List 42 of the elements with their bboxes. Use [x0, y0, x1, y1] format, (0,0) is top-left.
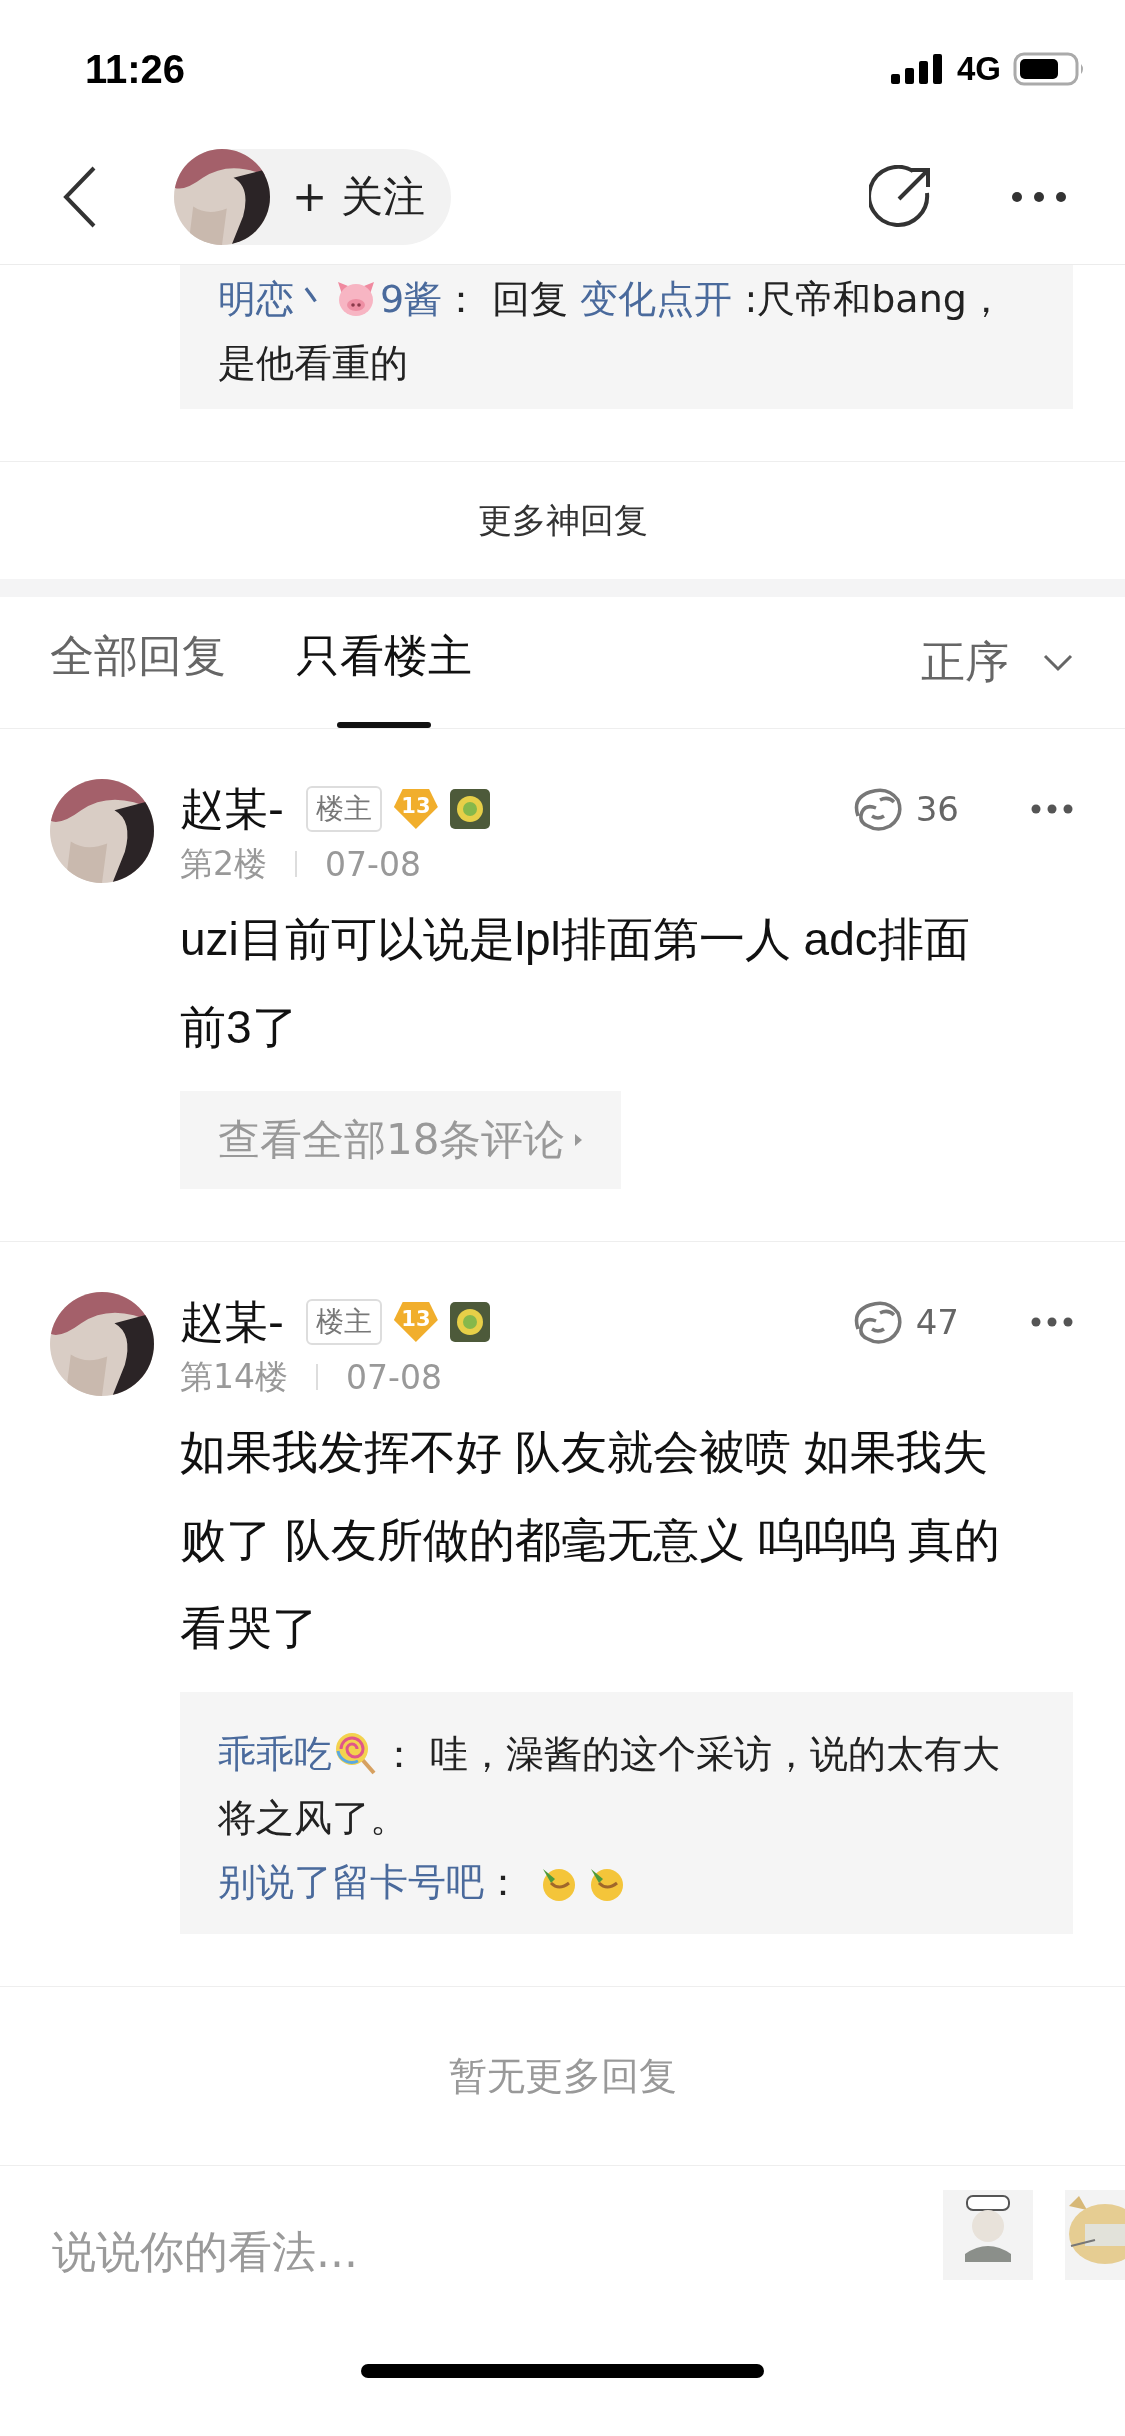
username-link[interactable]: 乖乖吃	[218, 1732, 332, 1776]
floor-label: 第14楼	[180, 1355, 288, 1398]
medal-icon	[449, 1302, 490, 1342]
network-label: 4G	[956, 50, 1001, 88]
author-badge: 楼主	[305, 786, 382, 832]
back-icon[interactable]	[62, 166, 98, 228]
sort-button[interactable]: 正序	[921, 597, 1073, 728]
comment-text: uzi目前可以说是lpl排面第一人 adc排面前3了	[180, 912, 971, 1055]
medal-icon	[449, 789, 490, 829]
reply-text: 乖乖吃 ： 哇，澡酱的这个采访，说的太有大将之风了。	[218, 1730, 1002, 1842]
like-count: 47	[915, 1302, 959, 1342]
more-icon[interactable]	[1031, 804, 1073, 814]
signal-icon	[890, 54, 945, 84]
tab[interactable]: 只看楼主	[296, 597, 472, 728]
comment-text: 如果我发挥不好 队友就会被喷 如果我失败了 队友所做的都毫无意义 呜呜呜 真的看哭了	[180, 1425, 1002, 1656]
level-badge: 13	[393, 789, 438, 829]
reply-text: 别说了留卡号吧：	[218, 1850, 1035, 1914]
more-icon[interactable]	[1031, 1317, 1073, 1327]
author-badge: 楼主	[305, 1299, 382, 1345]
share-icon[interactable]	[869, 165, 933, 229]
username-link[interactable]: 变化点开	[580, 277, 733, 321]
post-date: 07-08	[346, 1357, 442, 1397]
end-note: 暂无更多回复	[448, 2052, 677, 2100]
username-link[interactable]: 明恋丶	[218, 277, 332, 321]
username[interactable]: 赵某-	[180, 1292, 284, 1352]
comment-input[interactable]: 说说你的看法...	[52, 2225, 943, 2277]
username-link[interactable]: 9酱	[380, 277, 443, 321]
level-badge: 13	[393, 1302, 438, 1342]
reply-text: 明恋丶 9酱： 回复 变化点开 :尺帝和bang，是他看重的	[218, 276, 1006, 387]
username-link[interactable]: 别说了留卡号吧	[218, 1860, 484, 1904]
lollipop-icon	[334, 1731, 378, 1775]
tab[interactable]: 全部回复	[50, 597, 226, 728]
caret-icon	[575, 1132, 584, 1148]
floor-label: 第2楼	[180, 842, 267, 885]
more-icon[interactable]	[1011, 191, 1067, 203]
like-count: 36	[915, 789, 959, 829]
clock: 11:26	[85, 46, 186, 92]
chevron-down-icon	[1043, 653, 1073, 672]
follow-button[interactable]: + 关注	[174, 149, 451, 245]
post-date: 07-08	[325, 844, 421, 884]
more-replies-link[interactable]: 更多神回复	[477, 497, 648, 544]
username[interactable]: 赵某-	[180, 779, 284, 839]
